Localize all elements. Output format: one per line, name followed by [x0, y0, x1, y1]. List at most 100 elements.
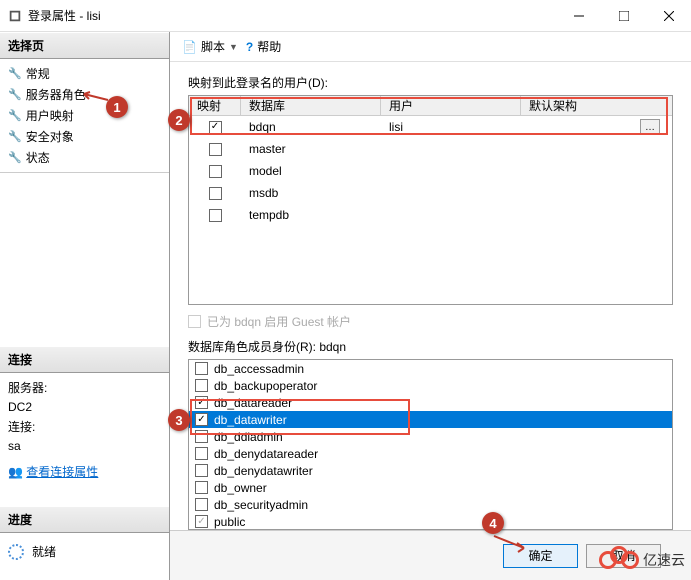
map-checkbox[interactable] — [209, 209, 222, 222]
annotation-bubble-3: 3 — [168, 409, 190, 431]
schema-browse-button[interactable]: … — [640, 119, 660, 135]
table-row[interactable]: msdb — [189, 182, 672, 204]
role-name: db_accessadmin — [214, 362, 304, 376]
sidebar-item-securables[interactable]: 🔧 安全对象 — [0, 126, 169, 147]
map-checkbox[interactable] — [209, 143, 222, 156]
sidebar-item-label: 服务器角色 — [26, 86, 86, 103]
table-row[interactable]: model — [189, 160, 672, 182]
script-label: 脚本 — [201, 38, 225, 55]
script-button[interactable]: 📄 脚本 ▼ — [182, 38, 238, 55]
progress-header: 进度 — [0, 506, 169, 533]
role-checkbox[interactable] — [195, 447, 208, 460]
progress-status: 就绪 — [32, 543, 56, 560]
help-label: 帮助 — [257, 38, 281, 55]
role-name: db_denydatawriter — [214, 464, 313, 478]
role-item[interactable]: ✓ public — [189, 513, 672, 530]
watermark-text: 亿速云 — [643, 550, 685, 570]
view-connection-properties-link[interactable]: 查看连接属性 — [26, 465, 98, 479]
role-checkbox[interactable] — [195, 430, 208, 443]
column-header-database[interactable]: 数据库 — [241, 96, 381, 115]
help-icon: ? — [246, 40, 253, 54]
table-row[interactable]: ✓ bdqn lisi … — [189, 116, 672, 138]
window-title: 登录属性 - lisi — [28, 7, 101, 24]
sidebar-item-label: 状态 — [26, 149, 50, 166]
role-item[interactable]: ✓ db_datawriter — [189, 411, 672, 428]
role-name: db_backupoperator — [214, 379, 317, 393]
content-area: 📄 脚本 ▼ ? 帮助 映射到此登录名的用户(D): 映射 数据库 用户 默认架… — [170, 32, 691, 580]
role-item[interactable]: ✓db_datareader — [189, 394, 672, 411]
sidebar-item-label: 用户映射 — [26, 107, 74, 124]
annotation-arrow-icon — [492, 534, 532, 554]
sidebar-item-label: 安全对象 — [26, 128, 74, 145]
table-row[interactable]: master — [189, 138, 672, 160]
table-row[interactable]: tempdb — [189, 204, 672, 226]
progress-spinner-icon — [8, 544, 24, 560]
mapped-users-label: 映射到此登录名的用户(D): — [188, 74, 673, 91]
wrench-icon: 🔧 — [8, 151, 22, 164]
sidebar-item-general[interactable]: 🔧 常规 — [0, 63, 169, 84]
column-header-schema[interactable]: 默认架构 — [521, 96, 672, 115]
guest-account-row: 已为 bdqn 启用 Guest 帐户 — [188, 313, 673, 330]
role-item[interactable]: db_accessadmin — [189, 360, 672, 377]
role-checkbox[interactable] — [195, 379, 208, 392]
title-bar: 登录属性 - lisi — [0, 0, 691, 32]
maximize-button[interactable] — [601, 0, 646, 32]
chevron-down-icon: ▼ — [229, 42, 238, 52]
user-cell: lisi — [381, 118, 521, 136]
watermark-logo-icon — [599, 546, 639, 574]
role-checkbox[interactable] — [195, 481, 208, 494]
role-name: db_ddladmin — [214, 430, 283, 444]
role-checkbox[interactable] — [195, 498, 208, 511]
wrench-icon: 🔧 — [8, 130, 22, 143]
sidebar-item-label: 常规 — [26, 65, 50, 82]
close-button[interactable] — [646, 0, 691, 32]
role-name: db_securityadmin — [214, 498, 308, 512]
watermark: 亿速云 — [599, 546, 685, 574]
sidebar-item-status[interactable]: 🔧 状态 — [0, 147, 169, 168]
guest-label: 已为 bdqn 启用 Guest 帐户 — [207, 313, 351, 330]
db-cell: tempdb — [241, 206, 381, 224]
sidebar-item-user-mapping[interactable]: 🔧 用户映射 — [0, 105, 169, 126]
map-checkbox[interactable] — [209, 165, 222, 178]
role-item[interactable]: db_ddladmin — [189, 428, 672, 445]
connection-label: 连接: — [0, 416, 169, 437]
wrench-icon: 🔧 — [8, 88, 22, 101]
guest-checkbox — [188, 315, 201, 328]
role-membership-list: db_accessadmin db_backupoperator ✓db_dat… — [188, 359, 673, 530]
server-label: 服务器: — [0, 377, 169, 398]
role-checkbox[interactable] — [195, 362, 208, 375]
role-name: db_datawriter — [214, 413, 287, 427]
map-checkbox[interactable]: ✓ — [209, 121, 222, 134]
role-item[interactable]: db_denydatareader — [189, 445, 672, 462]
annotation-bubble-1: 1 — [106, 96, 128, 118]
role-name: public — [214, 515, 245, 529]
wrench-icon: 🔧 — [8, 109, 22, 122]
connection-value: sa — [0, 437, 169, 455]
annotation-bubble-4: 4 — [482, 512, 504, 534]
role-item[interactable]: db_owner — [189, 479, 672, 496]
server-value: DC2 — [0, 398, 169, 416]
map-checkbox[interactable] — [209, 187, 222, 200]
role-checkbox[interactable] — [195, 464, 208, 477]
column-header-map[interactable]: 映射 — [189, 96, 241, 115]
role-name: db_owner — [214, 481, 267, 495]
app-icon — [8, 9, 22, 23]
db-cell: model — [241, 162, 381, 180]
help-button[interactable]: ? 帮助 — [246, 38, 281, 55]
view-properties-icon: 👥 — [8, 465, 23, 479]
role-membership-label: 数据库角色成员身份(R): bdqn — [188, 338, 673, 355]
minimize-button[interactable] — [556, 0, 601, 32]
role-item[interactable]: db_backupoperator — [189, 377, 672, 394]
role-checkbox[interactable]: ✓ — [195, 413, 208, 426]
connection-header: 连接 — [0, 346, 169, 373]
role-item[interactable]: db_securityadmin — [189, 496, 672, 513]
annotation-bubble-2: 2 — [168, 109, 190, 131]
role-checkbox[interactable]: ✓ — [195, 396, 208, 409]
column-header-user[interactable]: 用户 — [381, 96, 521, 115]
db-cell: bdqn — [241, 118, 381, 136]
wrench-icon: 🔧 — [8, 67, 22, 80]
db-cell: master — [241, 140, 381, 158]
role-checkbox[interactable]: ✓ — [195, 515, 208, 528]
user-mapping-table: 映射 数据库 用户 默认架构 ✓ bdqn lisi … master — [188, 95, 673, 305]
role-item[interactable]: db_denydatawriter — [189, 462, 672, 479]
